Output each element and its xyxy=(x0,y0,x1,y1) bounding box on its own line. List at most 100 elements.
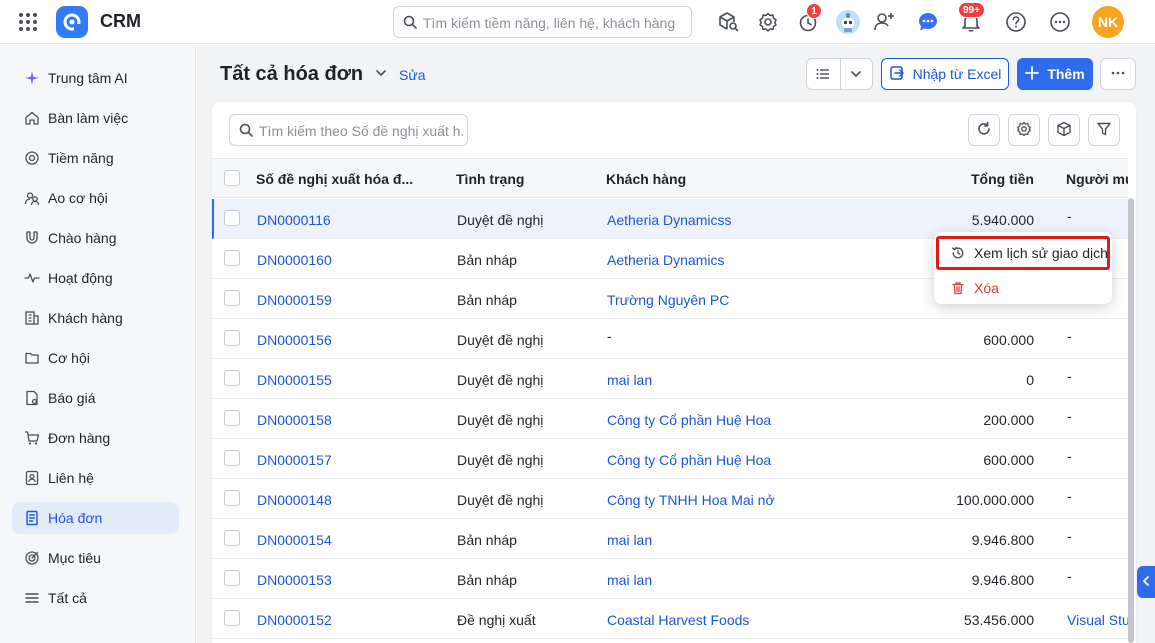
help-icon[interactable] xyxy=(1004,10,1028,34)
cube-search-icon[interactable] xyxy=(716,10,740,34)
table-row[interactable]: DN0000158 Duyệt đề nghị Công ty Cổ phần Hu… xyxy=(212,399,1128,439)
invoice-code-link[interactable]: DN0000158 xyxy=(257,412,332,428)
column-header-code[interactable]: Số đề nghị xuất hóa đ... xyxy=(256,171,416,187)
table-row[interactable]: DN0000154 Bản nháp mai lan 9.946.800 - xyxy=(212,519,1128,559)
invoice-code-link[interactable]: DN0000152 xyxy=(257,612,332,628)
column-header-customer[interactable]: Khách hàng xyxy=(606,171,686,187)
sidebar-item-3[interactable]: Ao cơ hội xyxy=(12,182,179,214)
customer-cell[interactable]: Coastal Harvest Foods xyxy=(607,612,749,628)
customer-cell[interactable]: Aetheria Dynamicss xyxy=(607,212,732,228)
buyer-cell: - xyxy=(1067,488,1072,504)
sidebar-item-5[interactable]: Hoạt động xyxy=(12,262,179,294)
app-launcher-grid-icon[interactable] xyxy=(18,12,38,32)
list-view-icon[interactable] xyxy=(807,59,840,89)
invoice-code-link[interactable]: DN0000148 xyxy=(257,492,332,508)
sidebar-item-9[interactable]: Đơn hàng xyxy=(12,422,179,454)
column-header-buyer[interactable]: Người mua xyxy=(1066,171,1128,187)
invoice-code-link[interactable]: DN0000153 xyxy=(257,572,332,588)
view-transaction-history-menu-item[interactable]: Xem lịch sử giao dịch xyxy=(936,236,1110,270)
sidebar-item-11[interactable]: Hóa đơn xyxy=(12,502,179,534)
status-cell: Bản nháp xyxy=(457,532,517,548)
list-search-input[interactable] xyxy=(259,121,463,141)
trash-icon xyxy=(950,280,966,296)
global-search-input[interactable] xyxy=(423,13,685,33)
scrollbar-thumb[interactable] xyxy=(1128,198,1134,643)
list-search[interactable] xyxy=(229,114,468,146)
table-scrollbar[interactable] xyxy=(1128,198,1134,643)
row-checkbox[interactable] xyxy=(224,570,240,586)
crm-logo-icon[interactable] xyxy=(56,6,88,38)
sidebar-item-2[interactable]: Tiềm năng xyxy=(12,142,179,174)
sidebar-item-13[interactable]: Tất cả xyxy=(12,582,179,614)
customer-cell[interactable]: Trường Nguyên PC xyxy=(607,292,729,308)
ai-assistant-avatar-icon[interactable] xyxy=(836,10,860,34)
filter-icon xyxy=(1096,121,1112,140)
total-cell: 600.000 xyxy=(983,332,1034,348)
row-checkbox[interactable] xyxy=(224,530,240,546)
more-options-icon[interactable] xyxy=(1048,10,1072,34)
invoice-code-link[interactable]: DN0000116 xyxy=(257,212,331,228)
invoice-code-link[interactable]: DN0000157 xyxy=(257,452,332,468)
table-row[interactable]: DN0000156 Duyệt đề nghị - 600.000 - xyxy=(212,319,1128,359)
settings-gear-icon[interactable] xyxy=(756,10,780,34)
row-checkbox[interactable] xyxy=(224,410,240,426)
user-avatar[interactable]: NK xyxy=(1092,6,1124,38)
page-more-button[interactable] xyxy=(1100,58,1136,90)
customer-cell[interactable]: mai lan xyxy=(607,572,652,588)
table-row[interactable]: DN0000153 Bản nháp mai lan 9.946.800 - xyxy=(212,559,1128,599)
row-checkbox[interactable] xyxy=(224,370,240,386)
plus-icon xyxy=(1025,65,1040,83)
refresh-button[interactable] xyxy=(968,114,1000,146)
column-header-total[interactable]: Tổng tiền xyxy=(936,171,1034,187)
chat-bubble-icon[interactable] xyxy=(916,10,940,34)
select-all-checkbox[interactable] xyxy=(224,170,240,186)
row-checkbox[interactable] xyxy=(224,290,240,306)
delete-menu-item[interactable]: Xóa xyxy=(938,273,1108,303)
sidebar-item-12[interactable]: Mục tiêu xyxy=(12,542,179,574)
customer-cell[interactable]: Aetheria Dynamics xyxy=(607,252,725,268)
customer-cell[interactable]: mai lan xyxy=(607,372,652,388)
sidebar-item-label: Hóa đơn xyxy=(48,510,103,526)
sidebar-item-label: Tất cả xyxy=(48,590,87,606)
customer-cell[interactable]: mai lan xyxy=(607,532,652,548)
import-excel-button[interactable]: Nhập từ Excel xyxy=(881,58,1009,90)
invoice-code-link[interactable]: DN0000156 xyxy=(257,332,332,348)
row-checkbox[interactable] xyxy=(224,610,240,626)
row-checkbox[interactable] xyxy=(224,450,240,466)
sidebar-item-8[interactable]: Báo giá xyxy=(12,382,179,414)
total-cell: 9.946.800 xyxy=(971,532,1034,548)
edit-view-link[interactable]: Sửa xyxy=(399,67,426,83)
add-user-icon[interactable] xyxy=(872,10,896,34)
sidebar-item-0[interactable]: Trung tâm AI xyxy=(12,62,179,94)
column-header-status[interactable]: Tình trạng xyxy=(456,171,524,187)
invoice-code-link[interactable]: DN0000159 xyxy=(257,292,332,308)
table-row[interactable]: DN0000152 Đề nghị xuất Coastal Harvest Foo… xyxy=(212,599,1128,639)
customer-cell[interactable]: Công ty Cổ phần Huệ Hoa xyxy=(607,412,771,428)
panel-collapse-toggle[interactable] xyxy=(1137,566,1155,598)
sidebar-item-7[interactable]: Cơ hội xyxy=(12,342,179,374)
row-checkbox[interactable] xyxy=(224,210,240,226)
customer-cell[interactable]: Công ty TNHH Hoa Mai nở xyxy=(607,492,775,508)
row-checkbox[interactable] xyxy=(224,250,240,266)
table-row[interactable]: DN0000148 Duyệt đề nghị Công ty TNHH Hoa M… xyxy=(212,479,1128,519)
sidebar-item-6[interactable]: Khách hàng xyxy=(12,302,179,334)
invoice-code-link[interactable]: DN0000154 xyxy=(257,532,332,548)
filter-button[interactable] xyxy=(1088,114,1120,146)
invoice-code-link[interactable]: DN0000160 xyxy=(257,252,332,268)
sidebar-item-4[interactable]: Chào hàng xyxy=(12,222,179,254)
table-row[interactable]: DN0000155 Duyệt đề nghị mai lan 0 - xyxy=(212,359,1128,399)
invoice-code-link[interactable]: DN0000155 xyxy=(257,372,332,388)
add-button[interactable]: Thêm xyxy=(1017,58,1093,90)
chevron-down-icon[interactable] xyxy=(374,66,388,83)
column-settings-button[interactable] xyxy=(1008,114,1040,146)
table-header: Số đề nghị xuất hóa đ... Tình trạng Khác… xyxy=(212,158,1128,198)
view-dropdown-chevron-icon[interactable] xyxy=(839,59,873,89)
customer-cell[interactable]: Công ty Cổ phần Huệ Hoa xyxy=(607,452,771,468)
global-search[interactable] xyxy=(393,6,692,38)
sidebar-item-10[interactable]: Liên hệ xyxy=(12,462,179,494)
row-checkbox[interactable] xyxy=(224,490,240,506)
sidebar-item-1[interactable]: Bàn làm việc xyxy=(12,102,179,134)
row-checkbox[interactable] xyxy=(224,330,240,346)
table-row[interactable]: DN0000157 Duyệt đề nghị Công ty Cổ phần Hu… xyxy=(212,439,1128,479)
group-button[interactable] xyxy=(1048,114,1080,146)
